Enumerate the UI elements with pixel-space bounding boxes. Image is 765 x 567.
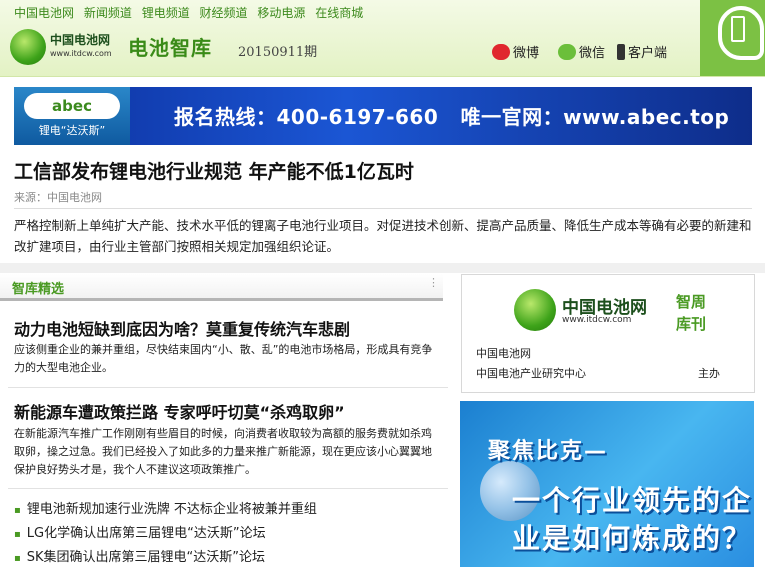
issue-number: 20150911期 — [238, 45, 318, 60]
section-title: 智库精选 — [12, 282, 65, 297]
headline-source: 来源：中国电池网 — [14, 191, 102, 204]
headline-title[interactable]: 工信部发布锂电池行业规范 年产能不低1亿瓦时 — [14, 157, 414, 184]
ad-line-3: 业是如何炼成的？ — [512, 522, 753, 555]
divider — [8, 488, 448, 489]
abec-logo-text: abec — [24, 93, 120, 119]
weekly-info-box: 中国电池网 www.itdcw.com 智周库刊 中国电池网 中国电池产业研究中… — [461, 274, 755, 393]
client-label: 客户端 — [628, 46, 668, 61]
banner-hotline: 报名热线：400-6197-660 唯一官网：www.abec.top — [174, 105, 730, 129]
divider — [14, 208, 752, 209]
site-logo-icon[interactable] — [10, 29, 46, 65]
ad-line-1: 聚焦比克— — [488, 439, 609, 464]
weibo-icon — [492, 43, 510, 60]
site-logo-text[interactable]: 中国电池网 www.itdcw.com — [50, 34, 112, 60]
ad-line-2: 一个行业领先的企 — [512, 484, 753, 517]
bak-ad-banner[interactable]: 聚焦比克— 一个行业领先的企 业是如何炼成的？ — [460, 401, 754, 567]
weixin-label: 微信 — [579, 46, 606, 61]
site-header: 中国电池网 新闻频道 锂电频道 财经频道 移动电源 在线商城 中国电池网 www… — [0, 0, 765, 77]
news-title[interactable]: 新能源车遭政策拦路 专家呼吁切莫“杀鸡取卵” — [14, 399, 345, 423]
logo-name: 中国电池网 — [50, 33, 111, 47]
nav-item-powerbank[interactable]: 移动电源 — [257, 6, 305, 20]
nav-item-news[interactable]: 新闻频道 — [84, 6, 132, 20]
nav-item-shop[interactable]: 在线商城 — [315, 6, 363, 20]
headline-summary: 严格控制新上单纯扩大产能、技术水平低的锂离子电池行业项目。对促进技术创新、提高产… — [14, 218, 752, 254]
weekly-tag: 智周库刊 — [676, 293, 707, 333]
wechat-icon — [558, 43, 576, 60]
abec-logo: abec 锂电“达沃斯” — [14, 87, 130, 145]
weekly-logo-url: www.itdcw.com — [562, 315, 632, 325]
logo-url: www.itdcw.com — [50, 49, 112, 58]
brand-title: 电池智库 — [128, 36, 212, 60]
abec-banner[interactable]: abec 锂电“达沃斯” 报名热线：400-6197-660 唯一官网：www.… — [14, 87, 752, 145]
divider — [8, 387, 448, 388]
list-item[interactable]: SK集团确认出席第三届锂电“达沃斯”论坛 — [14, 546, 265, 565]
abec-logo-sub: 锂电“达沃斯” — [38, 124, 106, 137]
organizer-2: 中国电池产业研究中心 — [476, 367, 586, 380]
more-icon[interactable]: ⋮ — [428, 276, 439, 289]
nav-item-finance[interactable]: 财经频道 — [200, 6, 248, 20]
news-title[interactable]: 动力电池短缺到底因为啥？莫重复传统汽车悲剧 — [14, 316, 350, 340]
phone-icon — [617, 43, 625, 60]
organizer-role: 主办 — [698, 367, 720, 380]
weibo-label: 微博 — [513, 46, 540, 61]
section-header: 智库精选 ⋮ — [0, 274, 443, 301]
nav-item-home[interactable]: 中国电池网 — [14, 6, 74, 20]
nav-item-lithium[interactable]: 锂电频道 — [142, 6, 190, 20]
weibo-link[interactable]: 微博 — [492, 42, 539, 61]
list-item[interactable]: 锂电池新规加速行业洗牌 不达标企业将被兼并重组 — [14, 498, 317, 517]
list-item[interactable]: LG化学确认出席第三届锂电“达沃斯”论坛 — [14, 522, 266, 541]
top-nav: 中国电池网 新闻频道 锂电频道 财经频道 移动电源 在线商城 — [14, 4, 369, 21]
news-desc: 应该侧重企业的兼并重组，尽快结束国内“小、散、乱”的电池市场格局，形成具有竞争力… — [14, 343, 433, 374]
weekly-logo-icon — [514, 289, 556, 331]
organizer-1: 中国电池网 — [476, 347, 531, 360]
news-desc: 在新能源汽车推广工作刚刚有些眉目的时候，向消费者收取较为高额的服务费就如杀鸡取卵… — [14, 427, 432, 476]
weixin-link[interactable]: 微信 — [558, 42, 605, 61]
head-battery-icon — [700, 0, 765, 76]
client-link[interactable]: 客户端 — [617, 42, 667, 61]
section-divider — [0, 263, 765, 273]
